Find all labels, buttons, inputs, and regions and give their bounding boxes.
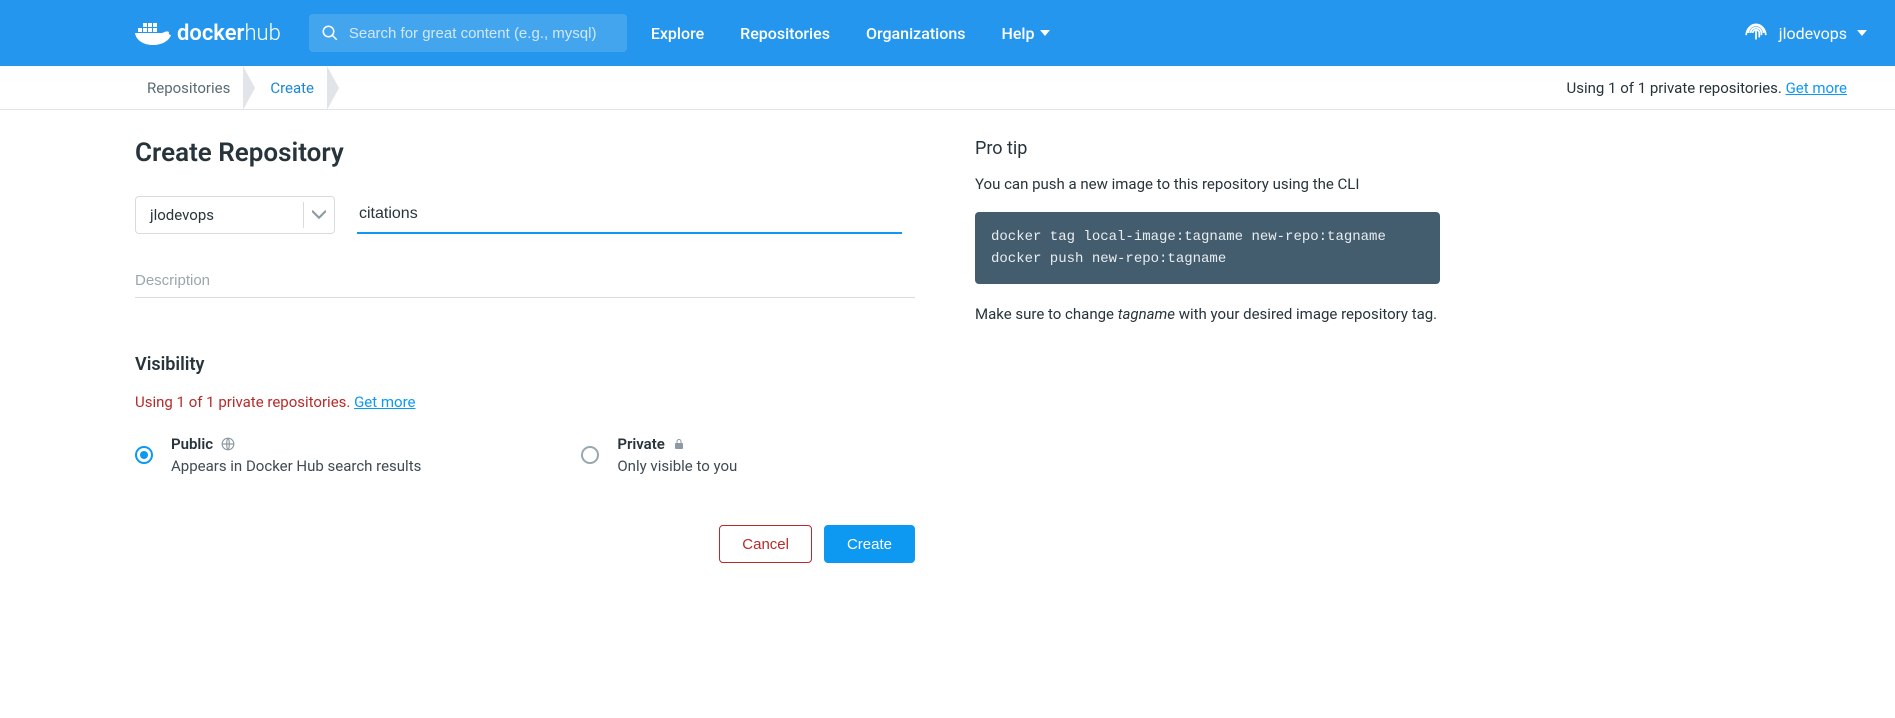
chevron-down-icon	[312, 208, 326, 222]
visibility-heading: Visibility	[135, 354, 915, 375]
breadcrumb-separator	[244, 66, 256, 110]
code-block: docker tag local-image:tagname new-repo:…	[975, 212, 1440, 285]
page-title: Create Repository	[135, 138, 915, 168]
namespace-value: jlodevops	[150, 206, 214, 224]
note-pre: Make sure to change	[975, 305, 1118, 323]
radio-icon	[581, 446, 599, 464]
nav-links: Explore Repositories Organizations Help	[651, 24, 1051, 43]
get-more-link[interactable]: Get more	[1786, 79, 1847, 97]
fingerprint-icon	[1743, 20, 1769, 46]
top-nav: dockerhub Explore Repositories Organizat…	[0, 0, 1895, 66]
search-input[interactable]	[349, 25, 615, 42]
nav-help-label: Help	[1001, 24, 1034, 43]
protip-note: Make sure to change tagname with your de…	[975, 302, 1440, 326]
namespace-select[interactable]: jlodevops	[135, 196, 335, 234]
nav-explore[interactable]: Explore	[651, 24, 704, 43]
search-box[interactable]	[309, 14, 627, 52]
username: jlodevops	[1779, 24, 1847, 43]
protip-intro: You can push a new image to this reposit…	[975, 173, 1440, 196]
cancel-button[interactable]: Cancel	[719, 525, 812, 563]
private-desc: Only visible to you	[617, 457, 737, 475]
visibility-private[interactable]: Private Only visible to you	[581, 435, 737, 475]
quota-text: Using 1 of 1 private repositories.	[1567, 79, 1786, 97]
get-more-link[interactable]: Get more	[354, 393, 415, 411]
create-form: Create Repository jlodevops Visibility U…	[135, 138, 915, 563]
radio-icon	[135, 446, 153, 464]
pro-tip-panel: Pro tip You can push a new image to this…	[975, 138, 1440, 563]
visibility-public[interactable]: Public Appears in Docker Hub search resu…	[135, 435, 421, 475]
breadcrumb-create[interactable]: Create	[256, 79, 328, 97]
repo-name-input[interactable]	[357, 196, 902, 234]
quota-summary: Using 1 of 1 private repositories. Get m…	[1567, 79, 1867, 97]
nav-help[interactable]: Help	[1001, 24, 1050, 43]
whale-icon	[135, 20, 171, 46]
description-input[interactable]	[135, 264, 915, 298]
quota-text: Using 1 of 1 private repositories.	[135, 393, 354, 411]
breadcrumb-bar: Repositories Create Using 1 of 1 private…	[0, 66, 1895, 110]
globe-icon	[221, 437, 235, 451]
create-button[interactable]: Create	[824, 525, 915, 563]
private-label: Private	[617, 435, 665, 453]
note-em: tagname	[1118, 305, 1175, 323]
chevron-down-icon	[1040, 30, 1050, 36]
breadcrumb-repositories[interactable]: Repositories	[135, 79, 244, 97]
protip-heading: Pro tip	[975, 138, 1440, 159]
lock-icon	[673, 437, 685, 451]
public-label: Public	[171, 435, 213, 453]
public-desc: Appears in Docker Hub search results	[171, 457, 421, 475]
docker-logo[interactable]: dockerhub	[135, 20, 281, 46]
breadcrumb-separator	[328, 66, 340, 110]
nav-organizations[interactable]: Organizations	[866, 24, 966, 43]
nav-repositories[interactable]: Repositories	[740, 24, 830, 43]
chevron-down-icon	[1857, 30, 1867, 36]
logo-text: dockerhub	[177, 21, 281, 46]
user-menu[interactable]: jlodevops	[1743, 20, 1867, 46]
search-icon	[321, 24, 339, 42]
note-post: with your desired image repository tag.	[1175, 305, 1437, 323]
visibility-quota: Using 1 of 1 private repositories. Get m…	[135, 393, 915, 411]
